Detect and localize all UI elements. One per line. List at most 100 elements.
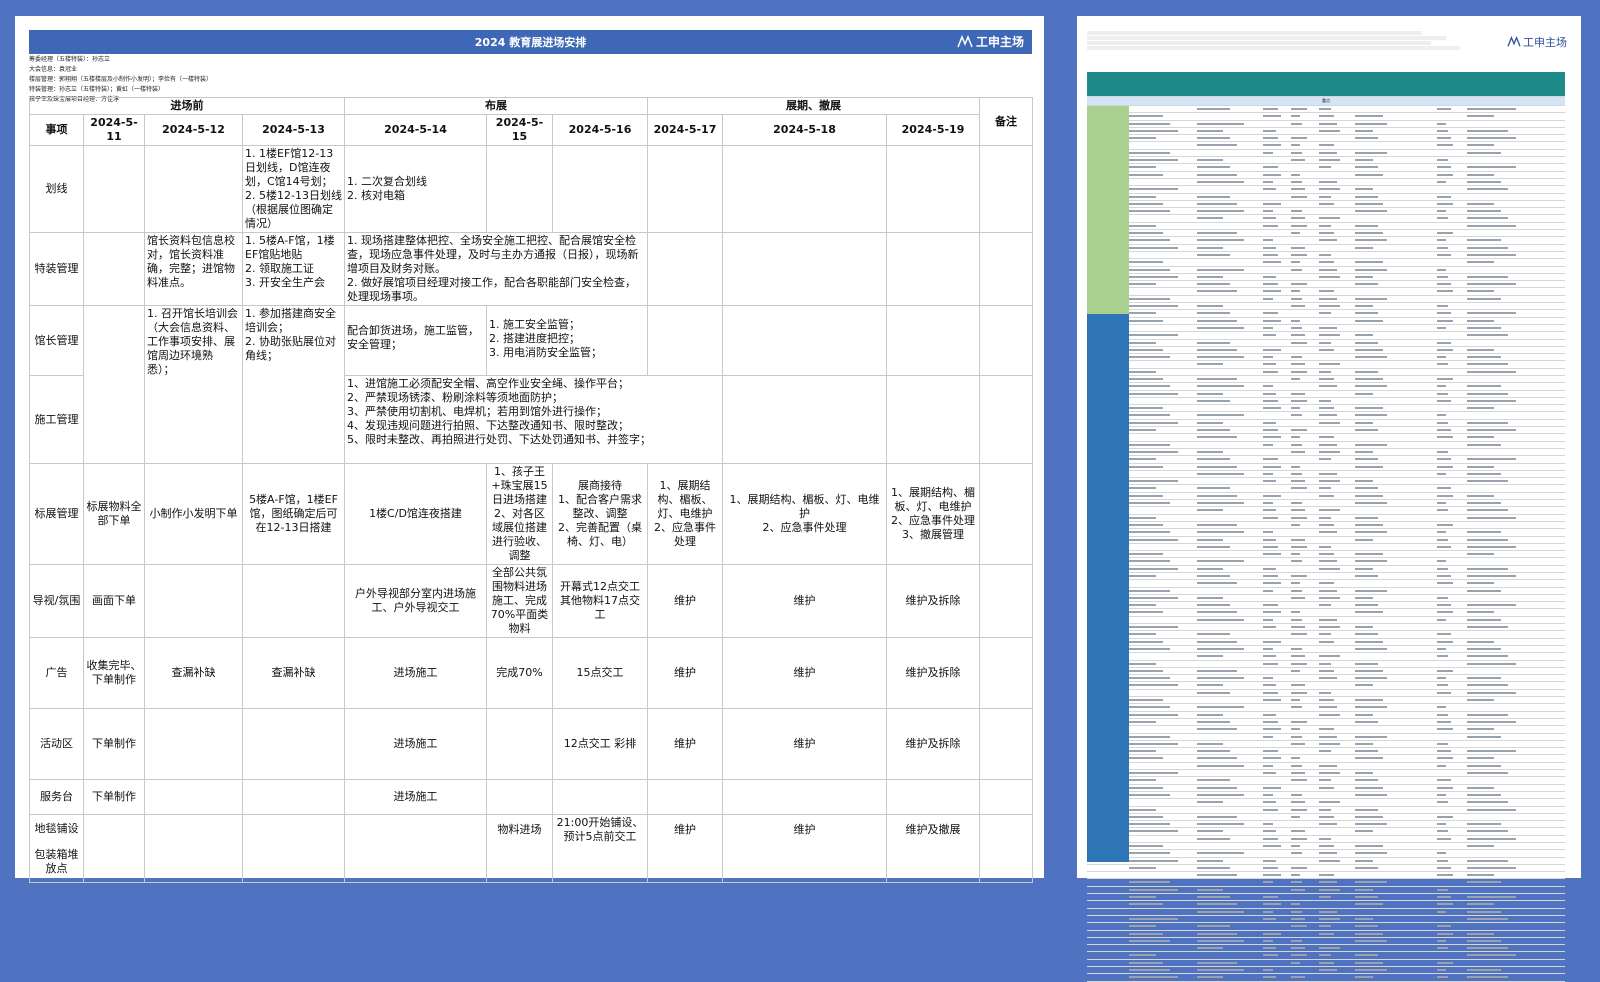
detail-row [1087,544,1565,552]
table-cell: 标展物料全部下单 [83,463,145,565]
detail-cell [1467,545,1516,548]
detail-cell [1263,217,1276,220]
detail-cell [1291,108,1308,110]
detail-cell [1197,582,1238,585]
detail-cell [1467,538,1509,541]
detail-cell [1291,217,1305,220]
detail-cell [1437,779,1451,782]
detail-cell [1467,385,1502,388]
detail-cell [1197,458,1231,461]
table-cell: 户外导视部分室内进场施工、户外导视交工 [344,564,487,638]
detail-cell [1129,742,1178,745]
detail-cell [1291,881,1303,884]
detail-cell [1437,560,1446,563]
detail-cell [1355,961,1383,964]
detail-row [1087,617,1565,625]
detail-cell [1355,881,1388,884]
detail-cell [1129,523,1164,526]
detail-cell [1319,925,1331,928]
detail-cell [1355,742,1373,745]
detail-cell [1197,319,1238,322]
detail-cell [1197,363,1224,366]
detail-cell [1291,801,1305,804]
table-row: 广告 收集完毕、下单制作 查漏补缺 查漏补缺 进场施工 完成70% 15点交工 … [29,637,1033,709]
detail-cell [1319,567,1341,570]
detail-cell [1263,151,1273,154]
detail-cell [1197,874,1238,877]
detail-cell [1467,115,1494,118]
detail-cell [1355,647,1388,650]
detail-row [1087,376,1565,384]
detail-cell [1129,173,1164,176]
detail-row [1087,215,1565,223]
detail-cell [1437,764,1446,767]
detail-cell [1291,888,1305,891]
detail-cell [1319,523,1334,526]
detail-cell [1467,786,1494,789]
detail-cell [1355,356,1388,359]
detail-cell [1467,290,1494,293]
detail-cell [1467,421,1509,424]
detail-cell [1437,815,1454,818]
detail-cell [1319,888,1341,891]
detail-cell [1467,173,1494,176]
group-band-green [1087,106,1129,314]
detail-cell [1437,618,1446,621]
detail-cell [1129,159,1178,162]
detail-cell [1129,961,1164,964]
detail-cell [1197,655,1224,658]
detail-row [1087,894,1565,902]
detail-cell [1291,261,1300,264]
detail-cell [1437,509,1449,512]
detail-cell [1197,560,1244,563]
detail-cell [1291,290,1300,293]
detail-cell [1129,487,1156,490]
detail-row [1087,383,1565,391]
table-cell: 进场施工 [344,637,487,709]
detail-row [1087,113,1565,121]
table-cell: 进场施工 [344,708,487,780]
detail-cell [1263,793,1273,796]
detail-cell [1197,742,1224,745]
detail-row [1087,690,1565,698]
detail-cell [1437,786,1454,789]
detail-cell [1355,815,1383,818]
detail-cell [1319,487,1331,490]
detail-cell [1129,531,1171,534]
detail-cell [1319,399,1331,402]
detail-cell [1263,713,1276,716]
detail-cell [1319,779,1331,782]
detail-cell [1263,166,1279,169]
logo-text: 工申主场 [975,35,1024,49]
detail-row [1087,391,1565,398]
detail-cell [1291,728,1300,731]
detail-row [1087,974,1565,982]
detail-row [1087,412,1565,420]
detail-cell [1291,429,1308,432]
detail-row [1087,551,1565,559]
detail-cell [1467,582,1494,585]
detail-cell [1129,852,1171,855]
detail-cell [1197,852,1244,855]
detail-cell [1319,188,1341,191]
detail-cell [1467,866,1516,869]
table-row: 馆长管理 1. 召开馆长培训会（大会信息资料、工作事项安排、展馆周边环境熟悉）；… [29,305,1033,464]
detail-cell [1263,290,1281,293]
detail-row [1087,471,1565,479]
detail-cell [1291,647,1303,650]
detail-cell [1263,115,1281,118]
detail-cell [1437,684,1449,687]
detail-cell [1197,144,1238,147]
detail-cell [1129,640,1164,643]
detail-row [1087,281,1565,289]
detail-cell [1467,699,1494,702]
detail-cell [1263,874,1281,877]
detail-row [1087,952,1565,960]
detail-cell [1467,662,1516,665]
table-cell: 维护 [647,637,723,709]
detail-cell [1319,290,1334,293]
detail-cell [1129,458,1156,461]
detail-cell [1467,137,1516,140]
detail-cell [1437,377,1454,380]
detail-row [1087,318,1565,325]
